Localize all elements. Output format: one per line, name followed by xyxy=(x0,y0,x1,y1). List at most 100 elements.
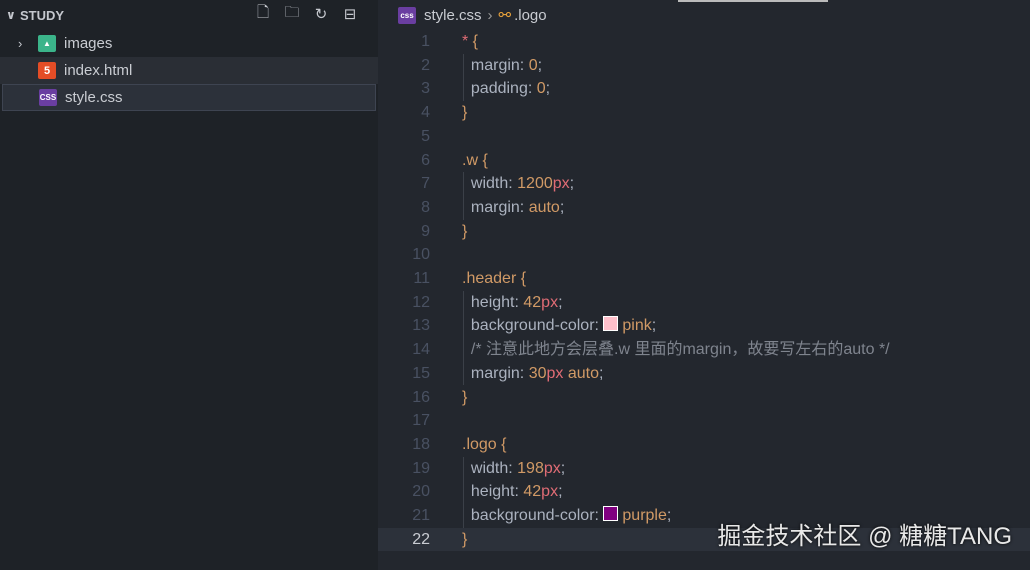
code-line[interactable]: 10 xyxy=(378,243,1030,267)
token-val: pink xyxy=(622,317,652,335)
code-text: margin: 0; xyxy=(462,54,542,78)
breadcrumb-symbol[interactable]: .logo xyxy=(514,7,547,24)
code-text: } xyxy=(462,101,467,125)
token-sel: .w { xyxy=(462,151,488,169)
code-editor[interactable]: 1 * {2 margin: 0; 3 padding: 0; 4} 5 6 .w {7 w… xyxy=(378,30,1030,570)
watermark: 掘金技术社区 @ 糖糖TANG xyxy=(717,523,1012,550)
token-punc: ; xyxy=(537,56,543,74)
token-val: auto xyxy=(563,364,599,382)
code-line[interactable]: 1 * { xyxy=(378,30,1030,54)
token-prop: width: xyxy=(462,175,518,193)
line-number: 11 xyxy=(413,270,430,287)
line-number: 22 xyxy=(412,530,430,548)
line-number: 9 xyxy=(421,222,430,240)
code-text: .header { xyxy=(462,267,526,291)
tree-item-label: index.html xyxy=(64,62,133,79)
color-swatch[interactable] xyxy=(603,316,619,332)
explorer-sidebar: ∨ STUDY 🗋 🗀 ↻ ⊟ › ▲ images 5 index.html … xyxy=(0,0,378,570)
token-prop: padding: xyxy=(462,80,537,98)
chevron-right-icon: › xyxy=(487,6,493,24)
new-file-icon[interactable]: 🗋 xyxy=(253,4,273,24)
code-text: width: 1200px; xyxy=(462,172,574,196)
code-line[interactable]: 6 .w { xyxy=(378,149,1030,173)
code-line[interactable]: 4} xyxy=(378,101,1030,125)
new-folder-icon[interactable]: 🗀 xyxy=(282,4,302,24)
line-number: 8 xyxy=(421,198,430,216)
token-num: 0 xyxy=(528,56,538,74)
code-line[interactable]: 5 xyxy=(378,125,1030,149)
code-line[interactable]: 20 height: 42px; xyxy=(378,480,1030,504)
code-line[interactable]: 2 margin: 0; xyxy=(378,54,1030,78)
chevron-down-icon: ∨ xyxy=(6,8,16,22)
token-num: 1200 xyxy=(517,175,553,193)
token-punc: ; xyxy=(651,317,657,335)
line-number: 19 xyxy=(412,459,430,477)
token-punc: ; xyxy=(598,364,604,382)
code-line[interactable]: 15 margin: 30px auto; xyxy=(378,362,1030,386)
code-text: .w { xyxy=(462,149,488,173)
token-num: 0 xyxy=(536,80,546,98)
line-number: 14 xyxy=(412,341,430,359)
breadcrumb: css style.css › ⚯ .logo xyxy=(378,0,1030,30)
chevron-right-icon: › xyxy=(18,36,23,51)
code-line[interactable]: 11 .header { xyxy=(378,267,1030,291)
code-text: height: 42px; xyxy=(462,480,563,504)
color-swatch[interactable] xyxy=(603,506,619,521)
token-unit: px xyxy=(546,364,564,382)
token-unit: px xyxy=(552,175,570,193)
tree-item-index-html[interactable]: 5 index.html xyxy=(0,57,378,84)
symbol-class-icon: ⚯ xyxy=(498,7,512,24)
code-line[interactable]: 17 xyxy=(378,409,1030,433)
line-number: 13 xyxy=(412,317,430,335)
tree-item-label: style.css xyxy=(65,89,123,106)
token-punc: ; xyxy=(569,175,575,193)
code-text: height: 42px; xyxy=(462,291,563,315)
code-text: margin: auto; xyxy=(462,196,564,220)
refresh-icon[interactable]: ↻ xyxy=(311,4,331,24)
code-line[interactable]: 14 /* 注意此地方会层叠.w 里面的margin，故要写左右的auto */ xyxy=(378,338,1030,362)
line-number: 7 xyxy=(421,175,430,193)
tree-item-label: images xyxy=(64,35,113,52)
line-number: 5 xyxy=(421,127,430,145)
line-number: 10 xyxy=(412,246,430,264)
collapse-all-icon[interactable]: ⊟ xyxy=(340,4,360,24)
line-number: 18 xyxy=(412,435,430,453)
code-text: background-color: purple; xyxy=(462,504,671,528)
code-text: margin: 30px auto; xyxy=(462,362,604,386)
token-num: 30 xyxy=(528,364,547,382)
token-unit: px xyxy=(543,459,561,477)
line-number: 15 xyxy=(412,364,430,382)
token-sel: .logo { xyxy=(462,435,507,453)
token-prop: margin: xyxy=(462,364,529,382)
indent-guide xyxy=(463,456,464,528)
tree-item-images[interactable]: › ▲ images xyxy=(0,30,378,57)
code-line[interactable]: 8 margin: auto; xyxy=(378,196,1030,220)
line-number: 20 xyxy=(412,483,430,501)
code-line[interactable]: 9} xyxy=(378,220,1030,244)
token-brace: } xyxy=(462,104,468,122)
token-brace: } xyxy=(462,388,468,406)
code-text: width: 198px; xyxy=(462,457,565,481)
code-text: * { xyxy=(462,30,478,54)
token-brace: } xyxy=(462,530,468,548)
code-line[interactable]: 19 width: 198px; xyxy=(378,457,1030,481)
breadcrumb-file[interactable]: style.css xyxy=(424,7,482,24)
indent-guide xyxy=(463,53,464,102)
token-val: auto xyxy=(528,198,560,216)
token-punc: ; xyxy=(558,483,563,501)
code-line[interactable]: 16} xyxy=(378,386,1030,410)
tree-item-style-css[interactable]: CSS style.css xyxy=(2,84,376,111)
code-line[interactable]: 3 padding: 0; xyxy=(378,77,1030,101)
token-num: 42 xyxy=(523,293,542,311)
code-line[interactable]: 13 background-color: pink; xyxy=(378,314,1030,338)
code-line[interactable]: 7 width: 1200px; xyxy=(378,172,1030,196)
token-prop: width: xyxy=(462,459,518,477)
token-unit: px xyxy=(541,483,559,501)
token-punc: ; xyxy=(558,293,563,311)
code-text: } xyxy=(462,386,467,410)
code-line[interactable]: 18 .logo { xyxy=(378,433,1030,457)
token-punc: ; xyxy=(560,459,566,477)
code-line[interactable]: 12 height: 42px; xyxy=(378,291,1030,315)
token-unit: px xyxy=(541,293,559,311)
line-number: 21 xyxy=(412,507,430,524)
